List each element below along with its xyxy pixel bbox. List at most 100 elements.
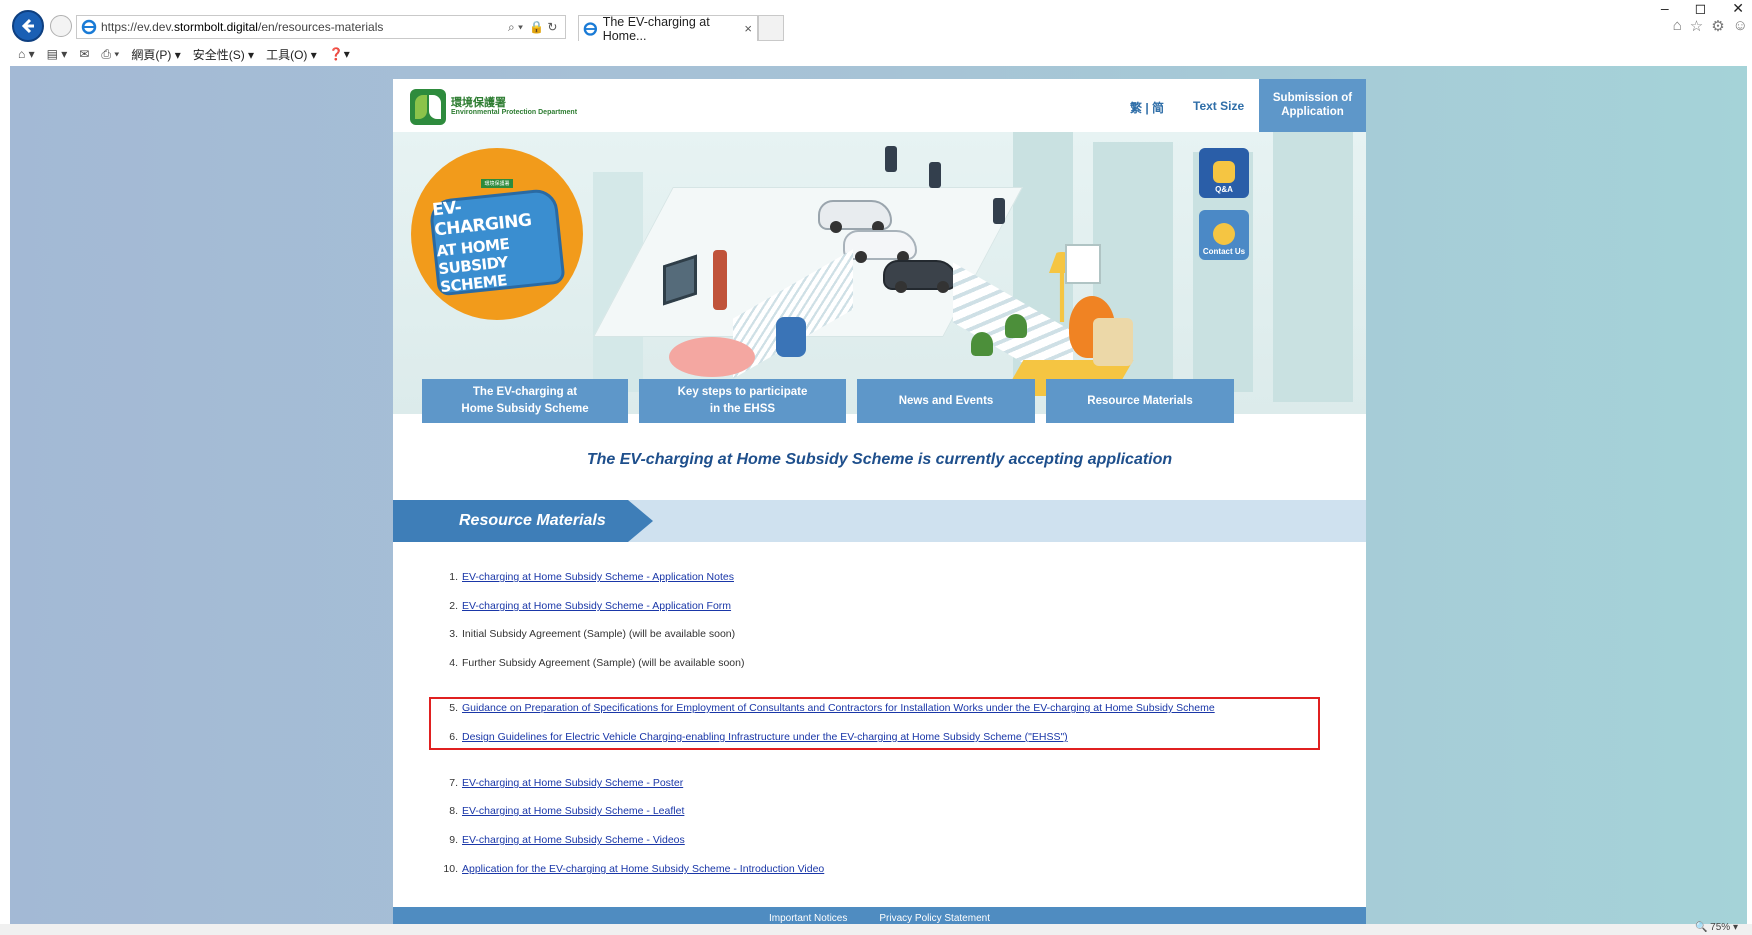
minimize-icon[interactable]: –	[1661, 0, 1669, 17]
site-header: 環境保護署 Environmental Protection Departmen…	[393, 79, 1366, 132]
help-menu[interactable]: ❓▾	[329, 47, 350, 61]
shelf-illustration	[713, 250, 727, 310]
scheme-badge: 環境保護署 EV-CHARGING AT HOME SUBSIDY SCHEME	[411, 148, 583, 320]
nav-label-line2: in the EHSS	[709, 403, 776, 415]
resource-link[interactable]: EV-charging at Home Subsidy Scheme - Lea…	[462, 805, 684, 817]
car-illustration	[818, 200, 892, 233]
nav-tab-key-steps[interactable]: Key steps to participate in the EHSS	[639, 379, 846, 423]
gear-icon[interactable]: ⚙	[1711, 17, 1724, 35]
feeds-icon[interactable]: ▤ ▾	[47, 47, 68, 61]
charger-illustration	[993, 198, 1005, 224]
section-title: Resource Materials	[459, 512, 606, 529]
badge-car-emblem: EV-CHARGING AT HOME SUBSIDY SCHEME	[428, 187, 566, 296]
contact-us-button[interactable]: Contact Us	[1199, 210, 1249, 260]
contact-label: Contact Us	[1202, 246, 1246, 256]
logo-zh: 環境保護署	[451, 96, 506, 109]
resource-item: 10. Application for the EV-charging at Ho…	[438, 863, 824, 875]
plant-illustration	[1005, 314, 1027, 338]
home-menu-icon[interactable]: ⌂ ▾	[18, 47, 35, 61]
hero-banner: 環境保護署 EV-CHARGING AT HOME SUBSIDY SCHEME…	[393, 132, 1366, 414]
nav-label-line2: Home Subsidy Scheme	[461, 403, 589, 415]
address-tools: ⌕ ▾ 🔒 ↻	[508, 15, 557, 39]
epd-logo[interactable]: 環境保護署 Environmental Protection Departmen…	[410, 89, 577, 125]
badge-epd-label: 環境保護署	[481, 178, 513, 188]
mail-icon[interactable]: ✉	[79, 47, 89, 61]
command-bar: ⌂ ▾ ▤ ▾ ✉ ⎙ ▾ 網頁(P) ▾ 安全性(S) ▾ 工具(O) ▾ ❓…	[0, 42, 1752, 66]
resource-text: Further Subsidy Agreement (Sample) (will…	[462, 657, 745, 669]
nav-tab-scheme-text: The EV-charging at Home Subsidy Scheme	[461, 384, 588, 417]
highlight-box	[429, 697, 1320, 750]
sofa-illustration	[1093, 318, 1133, 366]
browser-toolbar: https://ev.dev. stormbolt.digital/en/reso…	[0, 0, 1752, 43]
zoom-level[interactable]: 🔍 75% ▾	[1695, 922, 1738, 933]
resource-item: 1. EV-charging at Home Subsidy Scheme - A…	[438, 571, 734, 583]
restore-icon[interactable]: ◻	[1695, 0, 1707, 17]
tab-close-icon[interactable]: ×	[744, 21, 752, 36]
footer-links: Important Notices Privacy Policy Stateme…	[393, 913, 1366, 924]
submission-button[interactable]: Submission of Application	[1259, 79, 1366, 132]
nav-tab-resource-materials[interactable]: Resource Materials	[1046, 379, 1234, 423]
resource-item: 7. EV-charging at Home Subsidy Scheme - P…	[438, 777, 683, 789]
browser-tab[interactable]: The EV-charging at Home... ×	[578, 14, 758, 43]
nav-tab-news-events[interactable]: News and Events	[857, 379, 1035, 423]
tools-menu[interactable]: 工具(O) ▾	[266, 46, 317, 63]
resource-item: 8. EV-charging at Home Subsidy Scheme - L…	[438, 805, 684, 817]
background-building	[1273, 132, 1353, 402]
lock-refresh-icon[interactable]: 🔒 ↻	[529, 20, 557, 34]
url-path: /en/resources-materials	[257, 20, 384, 34]
badge-line2: AT HOME SUBSIDY SCHEME	[435, 234, 511, 296]
nav-tab-scheme[interactable]: The EV-charging at Home Subsidy Scheme	[422, 379, 628, 423]
window-illustration	[1065, 244, 1101, 284]
vertical-scrollbar[interactable]	[1747, 66, 1752, 924]
print-icon[interactable]: ⎙ ▾	[101, 47, 119, 62]
nav-tab-key-steps-text: Key steps to participate in the EHSS	[678, 384, 808, 417]
resource-link[interactable]: EV-charging at Home Subsidy Scheme - Pos…	[462, 777, 683, 789]
resource-item: 4. Further Subsidy Agreement (Sample) (wi…	[438, 657, 744, 669]
car-illustration	[843, 230, 917, 263]
forward-button[interactable]	[50, 15, 72, 37]
car-illustration	[883, 260, 957, 293]
nav-label: News and Events	[898, 394, 994, 407]
qa-icon	[1213, 160, 1235, 183]
search-dropdown-icon[interactable]: ⌕ ▾	[508, 20, 523, 35]
page-viewport: 環境保護署 Environmental Protection Departmen…	[10, 66, 1747, 924]
logo-en: Environmental Protection Department	[451, 109, 578, 117]
resource-link[interactable]: Application for the EV-charging at Home …	[462, 863, 824, 875]
qa-label: Q&A	[1215, 184, 1233, 194]
page-menu[interactable]: 網頁(P) ▾	[131, 46, 180, 63]
favorites-icon[interactable]: ☆	[1690, 17, 1703, 35]
resource-number: 9.	[449, 834, 458, 846]
resource-number: 4.	[449, 657, 458, 669]
resource-text: Initial Subsidy Agreement (Sample) (will…	[462, 628, 736, 640]
resource-number: 8.	[449, 805, 458, 817]
language-toggle[interactable]: 繁 | 简	[1130, 99, 1164, 116]
resource-link[interactable]: EV-charging at Home Subsidy Scheme - App…	[462, 571, 734, 583]
arrow-left-icon	[21, 18, 34, 34]
footer-important-notices[interactable]: Important Notices	[769, 913, 847, 924]
announcement-text: The EV-charging at Home Subsidy Scheme i…	[586, 451, 1173, 468]
resource-item: 9. EV-charging at Home Subsidy Scheme - V…	[438, 834, 685, 846]
person-illustration	[776, 317, 806, 357]
site-container: 環境保護署 Environmental Protection Departmen…	[393, 79, 1366, 924]
resource-number: 1.	[449, 571, 458, 583]
window-controls: – ◻ ✕	[1661, 0, 1744, 17]
status-bar: 🔍 75% ▾	[0, 922, 1752, 935]
new-tab-button[interactable]	[758, 15, 784, 41]
url-prefix: https://ev.dev.	[101, 20, 174, 34]
qa-button[interactable]: Q&A	[1199, 148, 1249, 198]
ie-tab-icon	[583, 21, 598, 36]
resource-number: 3.	[449, 628, 458, 640]
resource-link[interactable]: EV-charging at Home Subsidy Scheme - App…	[462, 600, 731, 612]
rug-illustration	[669, 337, 755, 377]
footer-privacy-policy[interactable]: Privacy Policy Statement	[879, 913, 990, 924]
back-button[interactable]	[12, 10, 44, 42]
safety-menu[interactable]: 安全性(S) ▾	[193, 46, 254, 63]
text-size-button[interactable]: Text Size	[1193, 99, 1244, 113]
resource-number: 10.	[443, 863, 458, 875]
tab-title: The EV-charging at Home...	[602, 14, 710, 43]
home-icon[interactable]: ⌂	[1673, 17, 1682, 35]
resource-link[interactable]: EV-charging at Home Subsidy Scheme - Vid…	[462, 834, 685, 846]
feedback-icon[interactable]: ☺	[1733, 17, 1748, 35]
address-bar[interactable]: https://ev.dev. stormbolt.digital/en/reso…	[76, 15, 566, 39]
close-window-icon[interactable]: ✕	[1732, 0, 1744, 17]
